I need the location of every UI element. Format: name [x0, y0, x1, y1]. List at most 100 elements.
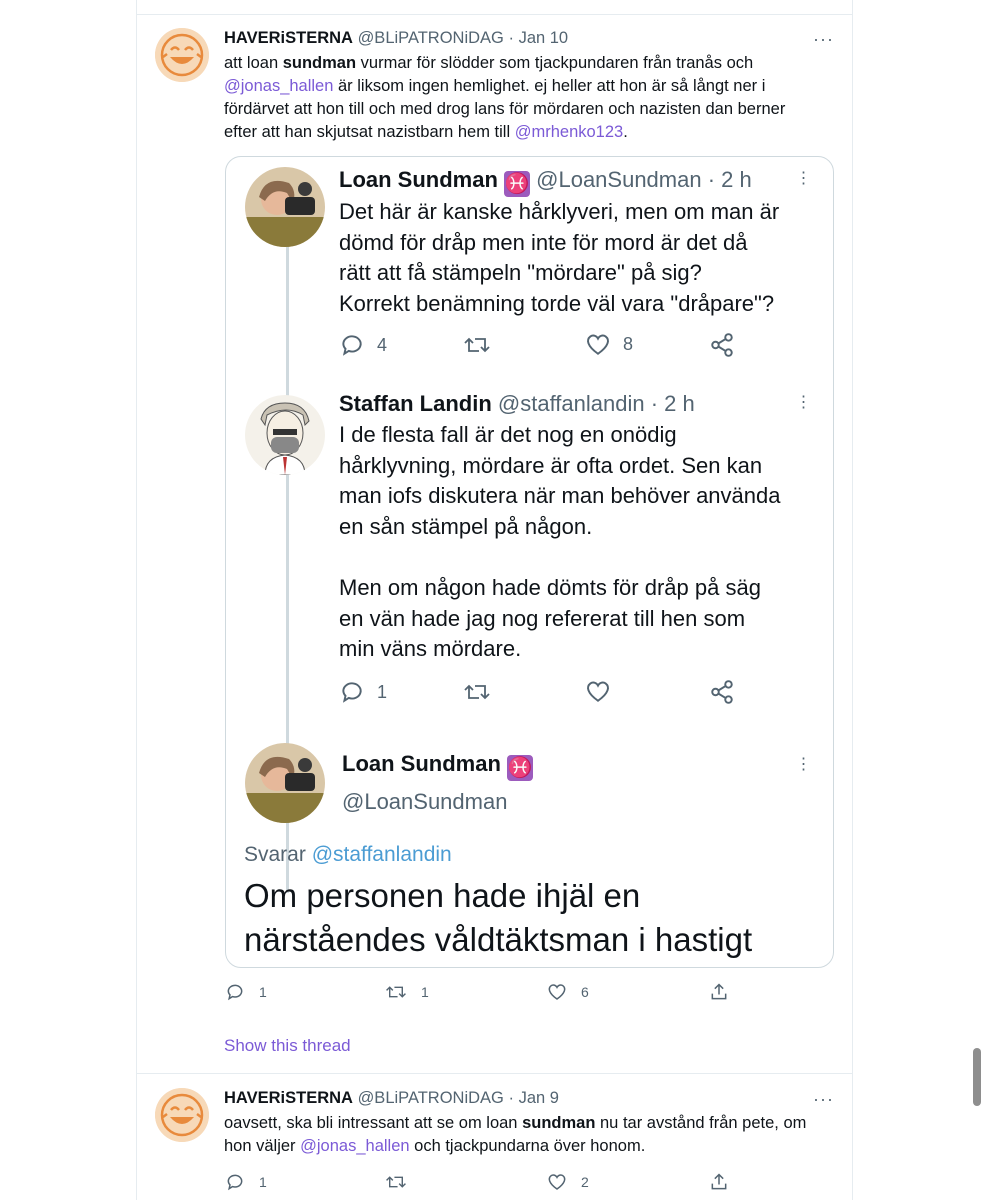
reply-count: 4 — [377, 334, 388, 355]
handle[interactable]: @BLiPATRONiDAG — [358, 1089, 504, 1107]
like-count: 8 — [623, 333, 634, 354]
timestamp: · 2 h — [707, 167, 752, 192]
retweet-icon — [464, 684, 490, 700]
quoted-image[interactable]: Loan Sundman ♓ @LoanSundman · 2 h ⋮ Det … — [225, 156, 834, 968]
text-line: närståendes våldtäktsman i hastigt — [244, 921, 753, 958]
text-line: Det här är kanske hårklyveri, men om man… — [339, 199, 780, 224]
text-span: vurmar för slödder som tjackpundaren frå… — [356, 54, 754, 72]
person-photo-icon — [245, 167, 325, 247]
reply-icon — [227, 1174, 243, 1191]
quoted-tweet-header: Loan Sundman ♓ @LoanSundman · 2 h — [339, 167, 752, 197]
quoted-actions: 1 — [339, 679, 819, 709]
more-options-icon: ⋮ — [795, 170, 813, 187]
retweet-action — [463, 679, 491, 705]
display-name[interactable]: HAVERiSTERNA — [224, 29, 353, 47]
text-line: Men om någon hade dömts för dråp på säg — [339, 575, 761, 600]
more-options-icon[interactable]: ··· — [813, 29, 833, 49]
text-line: en vän hade jag nog refererat till hen s… — [339, 605, 746, 631]
text-span: är liksom ingen hemlighet. ej heller att… — [333, 77, 766, 95]
timestamp: · 2 h — [650, 391, 695, 416]
like-count: 6 — [581, 983, 589, 1000]
tweet-header: HAVERiSTERNA @BLiPATRONiDAG · Jan 9 — [224, 1089, 559, 1108]
text-line: en sån stämpel på någon. — [339, 513, 593, 539]
scrollbar[interactable] — [973, 1048, 981, 1106]
share-icon — [711, 1173, 727, 1190]
quoted-tweet-text: Om personen hade ihjäl en närståendes vå… — [244, 874, 752, 962]
avatar — [245, 743, 325, 823]
retweet-icon — [386, 986, 406, 998]
retweet-icon — [386, 1176, 406, 1188]
like-button[interactable]: 6 — [547, 982, 589, 1001]
heart-icon — [587, 334, 609, 355]
retweet-count: 1 — [421, 984, 429, 1000]
share-action — [709, 679, 735, 705]
handle: @staffanlandin — [497, 391, 645, 416]
text-span: . — [623, 123, 628, 141]
mention-link[interactable]: @jonas_hallen — [300, 1137, 409, 1155]
mention-link[interactable]: @jonas_hallen — [224, 77, 333, 95]
tweet-actions: 1 2 — [225, 1172, 825, 1196]
tweet-text: att loan sundman vurmar för slödder som … — [224, 52, 834, 144]
like-action — [585, 679, 611, 703]
timestamp[interactable]: · Jan 10 — [508, 29, 568, 47]
mention-link[interactable]: @mrhenko123 — [515, 123, 623, 141]
heart-icon — [548, 984, 566, 1000]
retweet-button[interactable]: 1 — [385, 982, 429, 1002]
retweet-button[interactable] — [385, 1172, 407, 1192]
text-span: fördärvet att hon till och med drog lans… — [224, 100, 786, 118]
show-thread-link[interactable]: Show this thread — [224, 1036, 351, 1056]
cartoon-portrait-icon — [245, 395, 325, 475]
quoted-tweet-header: Loan Sundman ♓ — [342, 751, 534, 781]
timeline-column: HAVERiSTERNA @BLiPATRONiDAG · Jan 10 ···… — [136, 0, 853, 1200]
reply-button[interactable]: 1 — [225, 982, 267, 1002]
retweet-action — [463, 332, 491, 358]
reply-count: 1 — [259, 984, 267, 1000]
text-span: oavsett, ska bli intressant att se om lo… — [224, 1114, 523, 1132]
quoted-tweet-text: I de flesta fall är det nog en onödig hå… — [339, 420, 819, 665]
highlighted-term: sundman — [522, 1114, 596, 1132]
reply-icon — [227, 984, 243, 1001]
reply-button[interactable]: 1 — [225, 1172, 267, 1192]
highlighted-term: sundman — [282, 54, 357, 72]
pisces-icon: ♓ — [504, 171, 531, 197]
quoted-actions: 4 8 — [339, 332, 819, 362]
text-line: Om personen hade ihjäl en — [244, 877, 641, 914]
avatar — [245, 167, 325, 247]
avatar[interactable] — [155, 1088, 209, 1142]
like-button[interactable]: 2 — [547, 1172, 589, 1191]
text-line: Korrekt benämning torde väl vara "dråpar… — [339, 290, 775, 316]
more-options-icon: ⋮ — [795, 394, 813, 411]
text-span: att loan — [224, 54, 283, 72]
share-action — [709, 332, 735, 358]
mention-link: @staffanlandin — [311, 843, 452, 866]
handle: @LoanSundman — [342, 789, 508, 814]
share-nodes-icon — [711, 333, 733, 357]
text-span: och tjackpundarna över honom. — [409, 1137, 646, 1155]
reply-count: 1 — [259, 1174, 267, 1190]
share-button[interactable] — [709, 1172, 729, 1192]
timestamp[interactable]: · Jan 9 — [508, 1089, 558, 1107]
replying-label: Svarar — [244, 843, 312, 866]
text-line: I de flesta fall är det nog en onödig — [339, 422, 677, 447]
text-line: dömd för dråp men inte för mord är det d… — [339, 229, 748, 255]
laughing-face-icon — [155, 28, 209, 82]
reply-icon — [342, 682, 362, 703]
text-span: efter att han skjutsat nazistbarn hem ti… — [224, 123, 515, 141]
more-options-icon[interactable]: ··· — [813, 1089, 833, 1109]
pisces-icon: ♓ — [507, 755, 534, 781]
reply-action: 1 — [339, 679, 387, 705]
share-button[interactable] — [709, 982, 729, 1002]
display-name: Loan Sundman — [339, 167, 498, 192]
tweet-text: oavsett, ska bli intressant att se om lo… — [224, 1112, 834, 1158]
display-name[interactable]: HAVERiSTERNA — [224, 1089, 353, 1107]
avatar[interactable] — [155, 28, 209, 82]
replying-to: Svarar @staffanlandin — [244, 843, 452, 867]
tweet-header: HAVERiSTERNA @BLiPATRONiDAG · Jan 10 — [224, 29, 568, 48]
heart-icon — [587, 681, 609, 702]
more-options-icon: ⋮ — [795, 756, 813, 773]
handle: @LoanSundman — [536, 167, 702, 192]
retweet-icon — [464, 337, 490, 353]
handle[interactable]: @BLiPATRONiDAG — [358, 29, 504, 47]
share-icon — [711, 983, 727, 1000]
text-line: rätt att få stämpeln "mördare" på sig? — [339, 260, 702, 285]
